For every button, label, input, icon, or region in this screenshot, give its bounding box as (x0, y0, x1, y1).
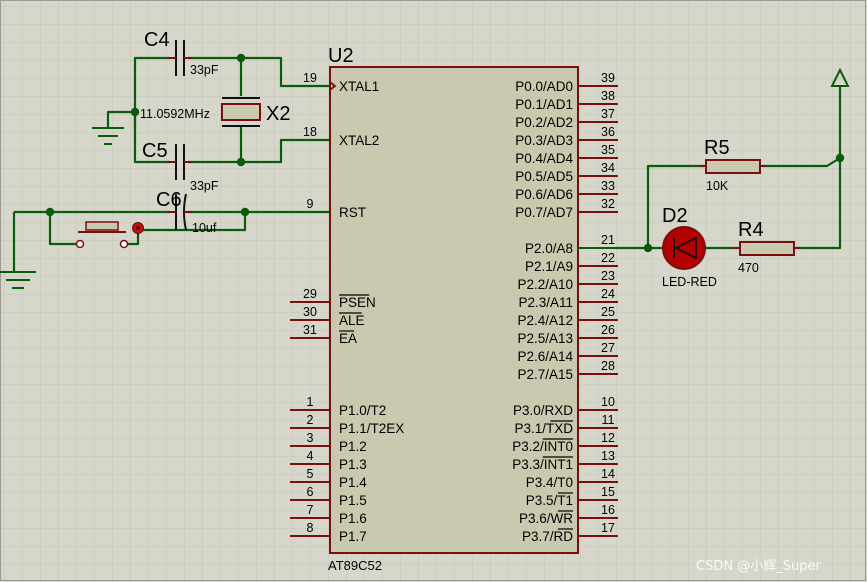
pin-name: P0.3/AD3 (515, 133, 573, 148)
pin-number: 33 (601, 179, 615, 193)
pin-name: RST (339, 205, 366, 220)
r4-value: 470 (738, 261, 759, 275)
pin-name: P3.5/T1 (526, 493, 573, 508)
r5-value: 10K (706, 179, 729, 193)
pin-number: 3 (307, 431, 314, 445)
c6-value: 10uf (192, 221, 217, 235)
pin-number: 7 (307, 503, 314, 517)
pin-name: EA (339, 331, 357, 346)
pin-name: P2.3/A11 (518, 295, 573, 310)
d2-ref: D2 (662, 205, 688, 227)
pin-number: 28 (601, 359, 615, 373)
pin-number: 22 (601, 251, 615, 265)
c5-value: 33pF (190, 179, 219, 193)
pin-name: P1.3 (339, 457, 367, 472)
pin-number: 36 (601, 125, 615, 139)
pin-name: P2.7/A15 (517, 367, 573, 382)
pin-number: 13 (601, 449, 615, 463)
mcu-ref: U2 (328, 45, 354, 67)
pin-name: P2.5/A13 (517, 331, 573, 346)
pin-number: 27 (601, 341, 615, 355)
pin-name: P0.6/AD6 (515, 187, 573, 202)
pin-name: P3.7/RD (522, 529, 573, 544)
pin-number: 16 (601, 503, 615, 517)
pin-number: 4 (307, 449, 314, 463)
pin-name: XTAL1 (339, 79, 379, 94)
pin-name: P2.0/A8 (525, 241, 573, 256)
pin-number: 15 (601, 485, 615, 499)
pin-number: 17 (601, 521, 615, 535)
pin-number: 32 (601, 197, 615, 211)
r5-ref: R5 (704, 137, 730, 159)
pin-name: P1.0/T2 (339, 403, 386, 418)
pin-name: P3.6/WR (519, 511, 573, 526)
pin-number: 2 (307, 413, 314, 427)
d2-value: LED-RED (662, 275, 717, 289)
watermark: CSDN @小辉_Super (696, 559, 821, 574)
pin-number: 29 (303, 287, 317, 301)
pin-name: P1.2 (339, 439, 367, 454)
pin-number: 18 (303, 125, 317, 139)
pin-number: 1 (307, 395, 314, 409)
pin-name: P3.4/T0 (526, 475, 573, 490)
pin-name: P1.6 (339, 511, 367, 526)
pin-name: P2.6/A14 (517, 349, 573, 364)
pin-number: 38 (601, 89, 615, 103)
pin-number: 23 (601, 269, 615, 283)
pin-number: 26 (601, 323, 615, 337)
pin-number: 10 (601, 395, 615, 409)
pin-number: 8 (307, 521, 314, 535)
pin-name: PSEN (339, 295, 376, 310)
pin-name: P0.1/AD1 (515, 97, 573, 112)
pin-number: 25 (601, 305, 615, 319)
pin-name: P1.5 (339, 493, 367, 508)
pin-name: P1.7 (339, 529, 367, 544)
pin-name: P0.0/AD0 (515, 79, 573, 94)
pin-number: 5 (307, 467, 314, 481)
pin-name: P1.4 (339, 475, 367, 490)
pin-number: 19 (303, 71, 317, 85)
pin-name: P1.1/T2EX (339, 421, 404, 436)
pin-number: 37 (601, 107, 615, 121)
pin-number: 11 (602, 413, 615, 427)
schematic-canvas[interactable]: C4 33pF C5 33pF C6 10uf X2 11.0592MHz U2… (0, 0, 867, 582)
r4-ref: R4 (738, 219, 764, 241)
pin-name: P3.3/INT1 (512, 457, 573, 472)
pin-number: 34 (601, 161, 615, 175)
pin-name: XTAL2 (339, 133, 379, 148)
pin-number: 12 (601, 431, 615, 445)
pin-number: 35 (601, 143, 615, 157)
pin-name: P3.2/INT0 (512, 439, 573, 454)
pin-name: P3.1/TXD (514, 421, 573, 436)
pin-number: 6 (307, 485, 314, 499)
pin-name: P0.4/AD4 (515, 151, 573, 166)
pin-number: 14 (601, 467, 615, 481)
c4-ref: C4 (144, 29, 170, 51)
pin-number: 39 (601, 71, 615, 85)
mcu-u2[interactable]: U2 AT89C52 19XTAL118XTAL29RST29PSEN30ALE… (290, 45, 618, 573)
mcu-part: AT89C52 (328, 558, 382, 573)
pin-number: 30 (303, 305, 317, 319)
pin-number: 21 (601, 233, 615, 247)
x2-value: 11.0592MHz (140, 107, 210, 121)
pin-name: P2.4/A12 (517, 313, 573, 328)
pin-name: P3.0/RXD (513, 403, 573, 418)
pin-name: ALE (339, 313, 365, 328)
pin-number: 24 (601, 287, 615, 301)
c4-value: 33pF (190, 63, 219, 77)
pin-name: P0.5/AD5 (515, 169, 573, 184)
pin-number: 31 (303, 323, 317, 337)
x2-ref: X2 (266, 103, 290, 125)
c6-ref: C6 (156, 189, 182, 211)
pin-name: P0.2/AD2 (515, 115, 573, 130)
pin-name: P2.1/A9 (525, 259, 573, 274)
pin-name: P0.7/AD7 (515, 205, 573, 220)
c5-ref: C5 (142, 140, 168, 162)
pin-number: 9 (307, 197, 314, 211)
pin-name: P2.2/A10 (517, 277, 573, 292)
